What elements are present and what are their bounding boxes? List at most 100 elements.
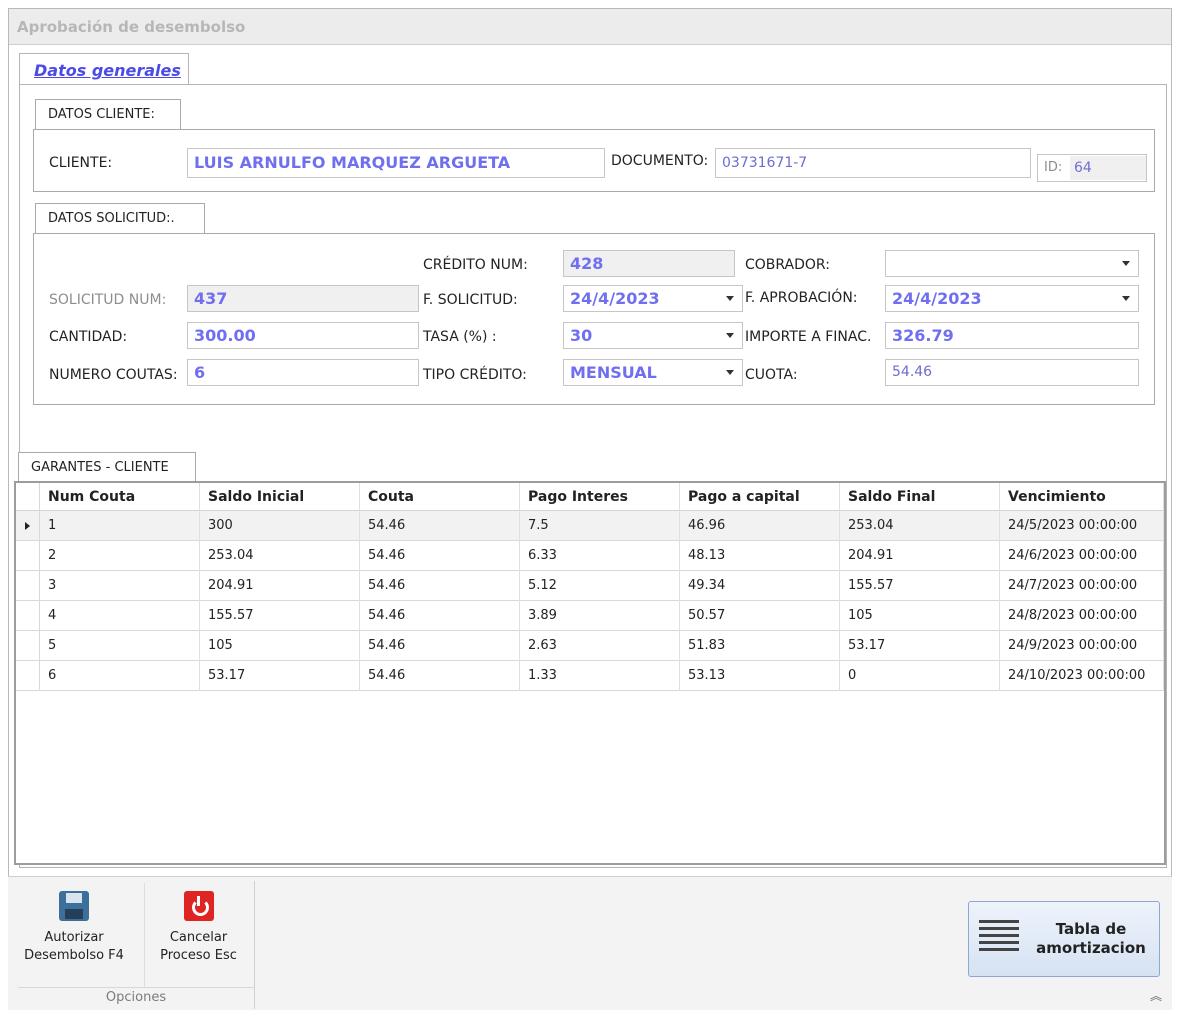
importe-field[interactable]: 326.79 <box>885 322 1139 349</box>
table-cell[interactable]: 54.46 <box>360 631 520 661</box>
tabla-amortizacion-label: Tabla de amortizacion <box>1029 920 1153 958</box>
table-cell[interactable]: 155.57 <box>200 601 360 631</box>
table-cell[interactable]: 24/5/2023 00:00:00 <box>1000 511 1164 541</box>
solicitud-num-field[interactable]: 437 <box>187 285 419 312</box>
column-header[interactable]: Num Couta <box>40 483 200 511</box>
table-cell[interactable]: 5.12 <box>520 571 680 601</box>
id-label: ID: <box>1044 160 1063 175</box>
table-cell[interactable]: 24/7/2023 00:00:00 <box>1000 571 1164 601</box>
table-cell[interactable]: 4 <box>40 601 200 631</box>
table-cell[interactable]: 49.34 <box>680 571 840 601</box>
table-cell[interactable]: 2 <box>40 541 200 571</box>
table-cell[interactable]: 7.5 <box>520 511 680 541</box>
solicitud-num-label: SOLICITUD NUM: <box>49 292 167 308</box>
row-indicator[interactable] <box>16 601 40 630</box>
tipo-credito-chevron-down-icon[interactable] <box>726 370 734 375</box>
numero-cuotas-field[interactable]: 6 <box>187 359 419 386</box>
table-cell[interactable]: 2.63 <box>520 631 680 661</box>
cobrador-chevron-down-icon[interactable] <box>1122 261 1130 266</box>
table-cell[interactable]: 5 <box>40 631 200 661</box>
cantidad-field[interactable]: 300.00 <box>187 322 419 349</box>
table-cell[interactable]: 51.83 <box>680 631 840 661</box>
column-header[interactable]: Pago Interes <box>520 483 680 511</box>
row-indicator[interactable] <box>16 571 40 600</box>
table-cell[interactable]: 204.91 <box>840 541 1000 571</box>
table-cell[interactable]: 204.91 <box>200 571 360 601</box>
table-cell[interactable]: 253.04 <box>200 541 360 571</box>
amortization-grid: Num Couta Saldo Inicial Couta Pago Interes P… <box>14 481 1166 865</box>
table-cell[interactable]: 53.13 <box>680 661 840 691</box>
table-row[interactable]: 1 300 54.46 7.5 46.96 253.04 24/5/2023 00:00:0… <box>16 511 1164 541</box>
table-cell[interactable]: 24/8/2023 00:00:00 <box>1000 601 1164 631</box>
cobrador-select[interactable] <box>885 250 1139 277</box>
f-aprobacion-select[interactable]: 24/4/2023 <box>885 285 1139 312</box>
table-row[interactable]: 6 53.17 54.46 1.33 53.13 0 24/10/2023 00:00:00 <box>16 661 1164 691</box>
documento-label: DOCUMENTO: <box>611 153 709 169</box>
column-header[interactable]: Couta <box>360 483 520 511</box>
table-cell[interactable]: 50.57 <box>680 601 840 631</box>
table-cell[interactable]: 300 <box>200 511 360 541</box>
tasa-select[interactable]: 30 <box>563 322 743 349</box>
table-row[interactable]: 3 204.91 54.46 5.12 49.34 155.57 24/7/2023 00:… <box>16 571 1164 601</box>
table-cell[interactable]: 105 <box>200 631 360 661</box>
tab-datos-generales[interactable]: Datos generales <box>19 53 189 85</box>
table-cell[interactable]: 1.33 <box>520 661 680 691</box>
table-row[interactable]: 4 155.57 54.46 3.89 50.57 105 24/8/2023 00:00:… <box>16 601 1164 631</box>
table-cell[interactable]: 155.57 <box>840 571 1000 601</box>
table-cell[interactable]: 6.33 <box>520 541 680 571</box>
cuota-field[interactable]: 54.46 <box>885 359 1139 386</box>
table-cell[interactable]: 24/10/2023 00:00:00 <box>1000 661 1164 691</box>
tasa-chevron-down-icon[interactable] <box>726 333 734 338</box>
table-cell[interactable]: 3 <box>40 571 200 601</box>
table-lines-icon <box>979 920 1019 958</box>
table-cell[interactable]: 6 <box>40 661 200 691</box>
tab-garantes-cliente[interactable]: GARANTES - CLIENTE <box>18 452 196 482</box>
table-cell[interactable]: 46.96 <box>680 511 840 541</box>
table-cell[interactable]: 24/9/2023 00:00:00 <box>1000 631 1164 661</box>
table-cell[interactable]: 0 <box>840 661 1000 691</box>
chevron-up-double-icon[interactable]: ︽ <box>1150 987 1162 1004</box>
table-cell[interactable]: 24/6/2023 00:00:00 <box>1000 541 1164 571</box>
autorizar-label-2: Desembolso F4 <box>24 948 124 963</box>
group-datos-solicitud-tab: DATOS SOLICITUD:. <box>35 203 205 234</box>
row-indicator[interactable] <box>16 631 40 660</box>
table-row[interactable]: 2 253.04 54.46 6.33 48.13 204.91 24/6/2023 00:… <box>16 541 1164 571</box>
table-cell[interactable]: 253.04 <box>840 511 1000 541</box>
f-solicitud-chevron-down-icon[interactable] <box>726 296 734 301</box>
id-field[interactable]: 64 <box>1070 156 1146 180</box>
cliente-label: CLIENTE: <box>49 155 113 171</box>
autorizar-label-1: Autorizar <box>44 930 104 945</box>
credito-num-label: CRÉDITO NUM: <box>423 257 528 273</box>
f-solicitud-select[interactable]: 24/4/2023 <box>563 285 743 312</box>
table-cell[interactable]: 54.46 <box>360 511 520 541</box>
grid-header-indicator <box>16 483 40 511</box>
table-cell[interactable]: 54.46 <box>360 601 520 631</box>
documento-field[interactable]: 03731671-7 <box>715 148 1031 178</box>
table-cell[interactable]: 53.17 <box>840 631 1000 661</box>
row-indicator[interactable] <box>16 661 40 690</box>
table-cell[interactable]: 54.46 <box>360 571 520 601</box>
cliente-field[interactable]: LUIS ARNULFO MARQUEZ ARGUETA <box>187 148 605 178</box>
row-selected-arrow-icon <box>25 522 30 530</box>
column-header[interactable]: Pago a capital <box>680 483 840 511</box>
autorizar-desembolso-button[interactable]: Autorizar Desembolso F4 <box>18 883 130 987</box>
table-cell[interactable]: 3.89 <box>520 601 680 631</box>
tipo-credito-select[interactable]: MENSUAL <box>563 359 743 386</box>
row-indicator[interactable] <box>16 541 40 570</box>
column-header[interactable]: Saldo Final <box>840 483 1000 511</box>
table-cell[interactable]: 54.46 <box>360 661 520 691</box>
cancelar-proceso-button[interactable]: Cancelar Proceso Esc <box>144 883 252 987</box>
credito-num-field[interactable]: 428 <box>563 250 735 277</box>
table-cell[interactable]: 1 <box>40 511 200 541</box>
f-aprobacion-chevron-down-icon[interactable] <box>1122 296 1130 301</box>
table-cell[interactable]: 48.13 <box>680 541 840 571</box>
table-row[interactable]: 5 105 54.46 2.63 51.83 53.17 24/9/2023 00:00:0… <box>16 631 1164 661</box>
table-cell[interactable]: 53.17 <box>200 661 360 691</box>
table-cell[interactable]: 105 <box>840 601 1000 631</box>
table-cell[interactable]: 54.46 <box>360 541 520 571</box>
column-header[interactable]: Saldo Inicial <box>200 483 360 511</box>
column-header[interactable]: Vencimiento <box>1000 483 1164 511</box>
cuota-label: CUOTA: <box>745 367 798 383</box>
row-indicator[interactable] <box>16 511 40 540</box>
tabla-amortizacion-button[interactable]: Tabla de amortizacion <box>968 901 1160 977</box>
